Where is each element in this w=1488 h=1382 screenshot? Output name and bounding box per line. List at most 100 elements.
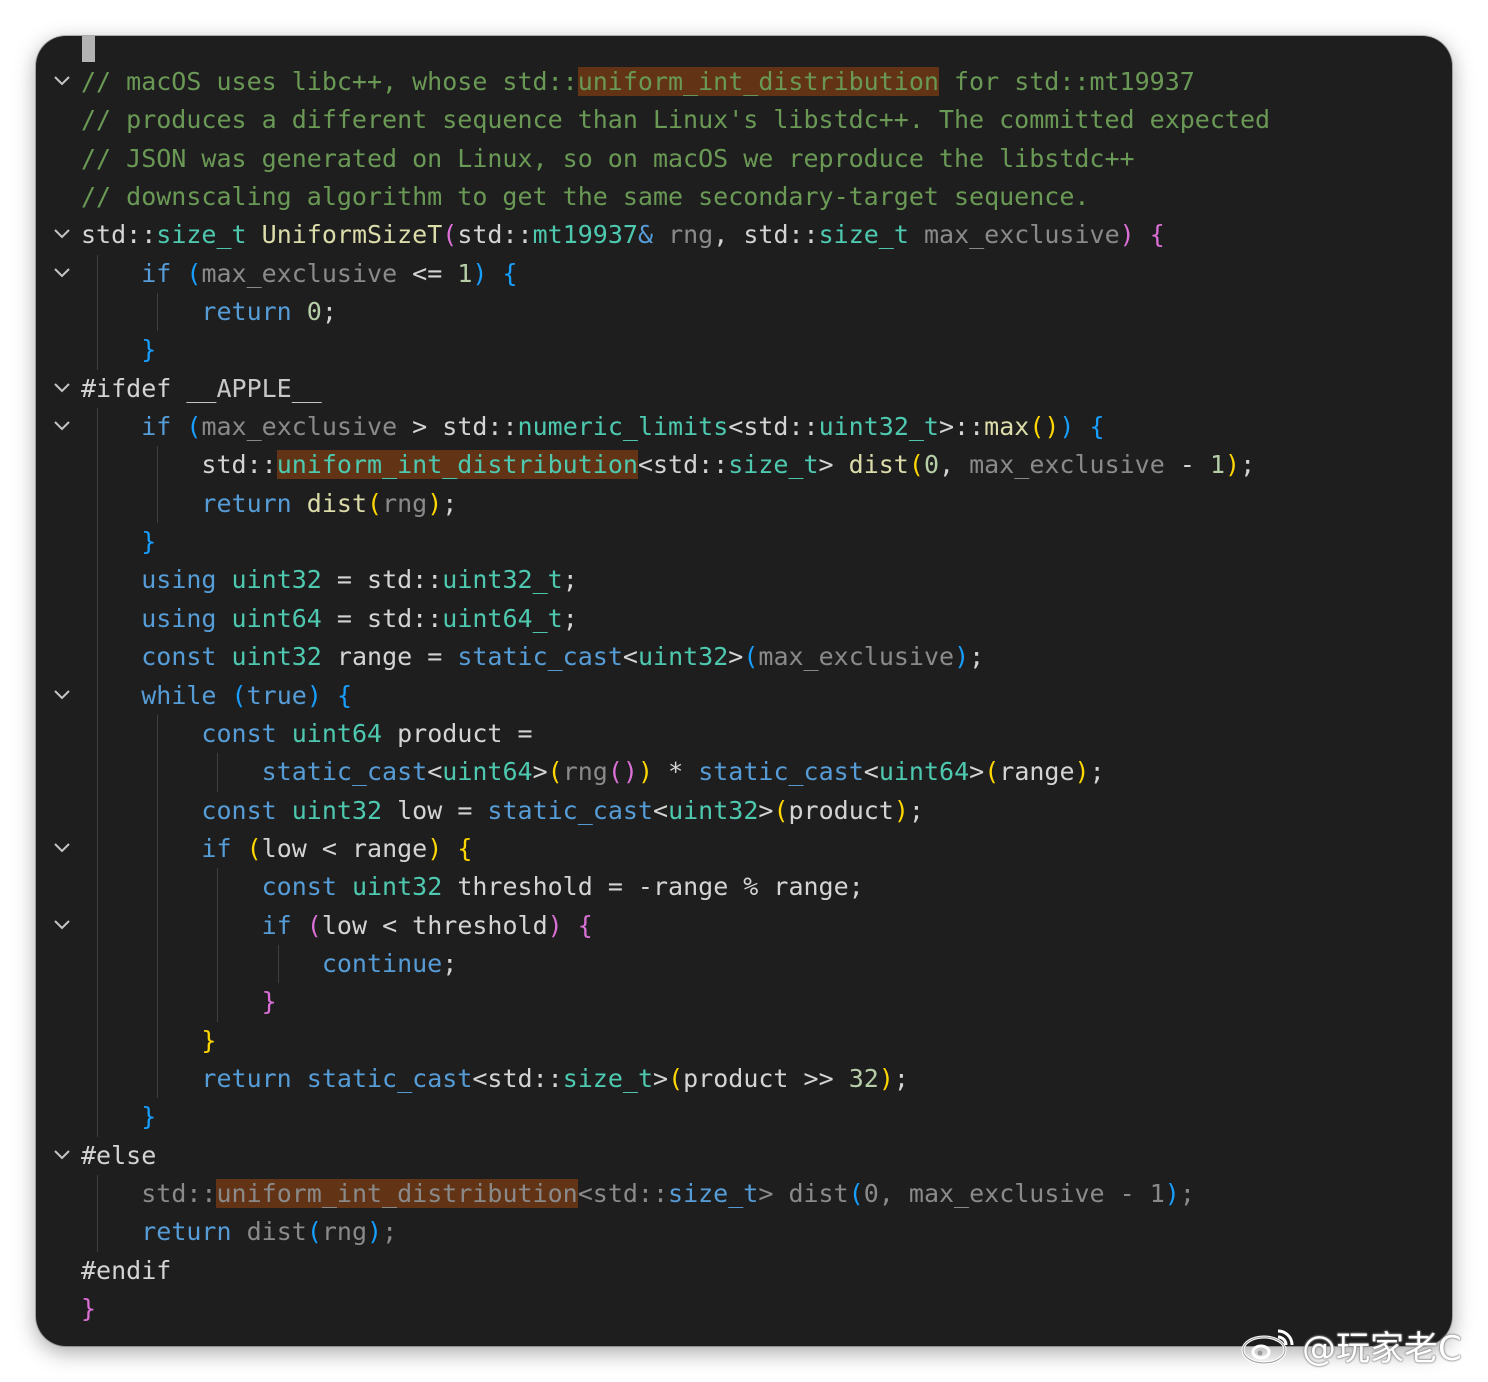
- code-token: <: [427, 757, 443, 787]
- code-token: (: [668, 1063, 684, 1093]
- code-token: ): [1119, 220, 1135, 250]
- code-line[interactable]: // macOS uses libc++, whose std::uniform…: [36, 63, 1452, 101]
- watermark-text: @玩家老C: [1302, 1328, 1462, 1369]
- code-line[interactable]: #ifdef __APPLE__: [36, 370, 1452, 408]
- code-token: rng: [321, 1217, 368, 1247]
- code-token: >: [818, 450, 849, 480]
- code-token: // JSON was generated on Linux, so on ma…: [81, 143, 1135, 173]
- code-text: }: [81, 1022, 216, 1060]
- code-token: #ifdef: [81, 373, 187, 403]
- code-token: = std::: [321, 603, 443, 633]
- code-token: >: [758, 1178, 789, 1208]
- chevron-down-icon[interactable]: [53, 75, 71, 89]
- code-token: ;: [969, 642, 985, 672]
- code-line[interactable]: const uint64 product =: [36, 714, 1452, 754]
- code-line[interactable]: const uint32 low = static_cast<uint32>(p…: [36, 791, 1452, 830]
- code-line[interactable]: while (true) {: [36, 676, 1452, 715]
- code-token: (: [848, 1178, 864, 1208]
- chevron-down-icon[interactable]: [53, 267, 71, 281]
- code-token: ;: [908, 795, 924, 825]
- code-token: std::: [201, 450, 277, 480]
- code-text: // produces a different sequence than Li…: [81, 101, 1270, 139]
- code-line[interactable]: std::uniform_int_distribution<std::size_…: [36, 1174, 1452, 1214]
- code-line[interactable]: const uint32 threshold = -range % range;: [36, 868, 1452, 907]
- code-line[interactable]: return static_cast<std::size_t>(product …: [36, 1059, 1452, 1099]
- code-token: uint32: [231, 642, 322, 672]
- code-line[interactable]: using uint64 = std::uint64_t;: [36, 599, 1452, 639]
- code-line[interactable]: return dist(rng);: [36, 1213, 1452, 1252]
- code-token: continue: [321, 948, 443, 978]
- code-line[interactable]: return 0;: [36, 293, 1452, 332]
- watermark: @玩家老C: [1240, 1322, 1462, 1369]
- code-token: <: [863, 757, 879, 787]
- code-line[interactable]: }: [36, 983, 1452, 1022]
- code-token: uniform_int_distribution: [276, 450, 638, 480]
- code-token: product: [788, 795, 894, 825]
- code-token: const: [201, 795, 277, 825]
- code-line[interactable]: std::size_t UniformSizeT(std::mt19937& r…: [36, 216, 1452, 254]
- code-text: using uint64 = std::uint64_t;: [81, 600, 578, 638]
- code-line[interactable]: return dist(rng);: [36, 484, 1452, 524]
- code-token: max: [984, 412, 1030, 442]
- code-token: (: [186, 412, 202, 442]
- code-token: ): [1074, 757, 1090, 787]
- code-token: *: [653, 757, 699, 787]
- chevron-down-icon[interactable]: [53, 919, 71, 933]
- code-token: uint64: [231, 603, 322, 633]
- code-token: ): [637, 757, 654, 787]
- code-token: mt19937: [532, 220, 638, 250]
- code-token: }: [141, 335, 157, 365]
- code-line[interactable]: if (max_exclusive > std::numeric_limits<…: [36, 408, 1452, 447]
- code-token: 0: [306, 297, 322, 327]
- code-token: if: [261, 910, 292, 940]
- chevron-down-icon[interactable]: [53, 689, 71, 703]
- code-text: using uint32 = std::uint32_t;: [81, 561, 578, 599]
- code-line[interactable]: }: [36, 523, 1452, 562]
- code-token: dist: [788, 1178, 849, 1208]
- code-line[interactable]: if (low < range) {: [36, 829, 1452, 869]
- code-line[interactable]: if (low < threshold) {: [36, 906, 1452, 945]
- code-line[interactable]: if (max_exclusive <= 1) {: [36, 254, 1452, 294]
- code-token: <std::: [577, 1178, 669, 1208]
- code-text: return dist(rng);: [81, 485, 457, 523]
- code-text: std::size_t UniformSizeT(std::mt19937& r…: [81, 216, 1165, 254]
- chevron-down-icon[interactable]: [53, 420, 71, 434]
- code-text: const uint64 product =: [81, 715, 532, 753]
- code-token: {: [457, 833, 473, 863]
- code-token: threshold = -range % range;: [442, 872, 864, 902]
- code-token: , std::: [713, 220, 819, 250]
- code-line[interactable]: using uint32 = std::uint32_t;: [36, 561, 1452, 600]
- chevron-down-icon[interactable]: [53, 228, 71, 242]
- code-text: if (max_exclusive > std::numeric_limits<…: [81, 408, 1104, 446]
- code-line[interactable]: const uint32 range = static_cast<uint32>…: [36, 638, 1452, 677]
- code-area[interactable]: // macOS uses libc++, whose std::uniform…: [36, 63, 1452, 1328]
- code-token: >: [728, 642, 744, 672]
- code-line[interactable]: continue;: [36, 944, 1452, 984]
- chevron-down-icon[interactable]: [53, 1149, 71, 1163]
- code-line[interactable]: // produces a different sequence than Li…: [36, 101, 1452, 139]
- code-line[interactable]: }: [36, 331, 1452, 370]
- code-text: }: [81, 331, 156, 369]
- code-line[interactable]: // downscaling algorithm to get the same…: [36, 178, 1452, 216]
- code-line[interactable]: }: [36, 1021, 1452, 1060]
- code-token: ): [306, 680, 322, 710]
- code-line[interactable]: #endif: [36, 1252, 1452, 1290]
- code-line[interactable]: #else: [36, 1137, 1452, 1175]
- code-token: uint64_t: [442, 603, 563, 633]
- code-token: ): [954, 642, 970, 672]
- code-line[interactable]: // JSON was generated on Linux, so on ma…: [36, 140, 1452, 178]
- chevron-down-icon[interactable]: [53, 842, 71, 856]
- code-token: ): [367, 1217, 383, 1247]
- chevron-down-icon[interactable]: [53, 382, 71, 396]
- code-token: max_exclusive: [969, 450, 1165, 480]
- code-token: (: [246, 833, 262, 863]
- code-line[interactable]: std::uniform_int_distribution<std::size_…: [36, 446, 1452, 485]
- code-token: size_t: [562, 1063, 653, 1093]
- code-token: return: [201, 1063, 292, 1093]
- code-line[interactable]: static_cast<uint64>(rng()) * static_cast…: [36, 753, 1452, 792]
- code-line[interactable]: }: [36, 1098, 1452, 1137]
- code-token: 32: [848, 1063, 879, 1093]
